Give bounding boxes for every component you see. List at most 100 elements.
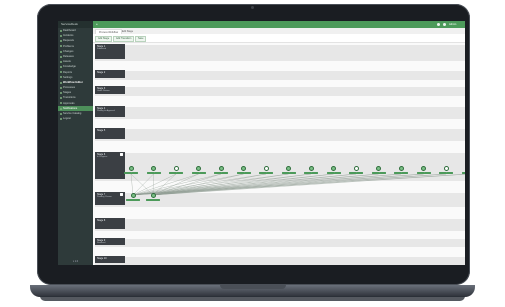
- workflow-step-node[interactable]: Step: [169, 166, 183, 176]
- brand-logo[interactable]: ServiceDesk: [58, 21, 93, 28]
- connector-line[interactable]: [132, 173, 357, 196]
- sidebar-item-label: Transitions: [63, 96, 76, 100]
- sidebar-item-label: Changes: [63, 49, 74, 53]
- step-label: Step: [191, 171, 206, 174]
- sidebar-item-label: Assets: [63, 60, 71, 64]
- sidebar-item-label: Knowledge: [63, 65, 76, 69]
- settings-icon[interactable]: [443, 23, 446, 26]
- step-icon: [398, 166, 404, 171]
- workflow-step-node[interactable]: Start: [126, 193, 140, 203]
- connector-line[interactable]: [132, 173, 334, 196]
- sidebar-item[interactable]: Logout: [58, 116, 93, 121]
- menu-item-icon: [59, 29, 62, 32]
- sidebar-item-label: Approvals: [63, 101, 75, 105]
- step-icon: [241, 166, 246, 171]
- step-label: Start: [126, 198, 140, 201]
- step-icon: [218, 166, 224, 171]
- step-icon: [443, 166, 449, 171]
- save-button[interactable]: Save: [135, 36, 147, 42]
- menu-item-icon: [59, 112, 62, 115]
- connector-line[interactable]: [132, 173, 312, 196]
- step-icon: [331, 166, 336, 171]
- workflow-step-node[interactable]: Step: [236, 166, 251, 176]
- sidebar-item-label: Incidents: [63, 34, 74, 38]
- user-menu[interactable]: Admin: [449, 21, 456, 28]
- sidebar-item-label: Releases: [63, 54, 74, 58]
- menu-toggle-icon[interactable]: ≡: [96, 21, 98, 28]
- step-label: Step: [281, 171, 296, 174]
- sidebar-item-label: Settings: [63, 75, 73, 79]
- menu-item-icon: [59, 50, 62, 53]
- step-icon: [173, 166, 179, 171]
- step-icon: [421, 166, 426, 171]
- workflow-step-node[interactable]: Step: [191, 166, 206, 176]
- connector-lines: [130, 173, 465, 196]
- connector-line[interactable]: [132, 173, 447, 196]
- top-bar: ≡ Admin: [93, 21, 465, 28]
- sidebar-item-label: Workflow Editor: [63, 80, 83, 84]
- menu-item-icon: [59, 117, 62, 120]
- menu-item-icon: [59, 86, 62, 89]
- bell-icon[interactable]: [437, 23, 440, 26]
- step-label: Step: [124, 171, 138, 174]
- workflow-step-node[interactable]: Step: [371, 166, 386, 176]
- connector-line[interactable]: [132, 173, 402, 196]
- menu-item-icon: [59, 60, 62, 63]
- menu-item-icon: [59, 102, 62, 105]
- step-icon: [130, 193, 136, 198]
- menu-item-icon: [59, 34, 62, 37]
- connector-line[interactable]: [132, 174, 465, 196]
- menu-item-icon: [59, 97, 62, 100]
- step-label: Step: [371, 171, 386, 174]
- workflow-step-node[interactable]: Step: [146, 166, 161, 176]
- menu-item-icon: [59, 76, 62, 79]
- step-label: Step: [349, 171, 363, 174]
- menu-item-icon: [59, 40, 62, 43]
- menu-item-icon: [59, 81, 62, 84]
- step-label: Step: [326, 171, 341, 174]
- step-icon: [150, 193, 156, 198]
- sidebar-item-label: Reports: [63, 70, 73, 74]
- sidebar-footer: v 1.0: [72, 260, 79, 263]
- add-stage-button[interactable]: Add Stage: [95, 36, 113, 42]
- step-label: Step: [259, 171, 273, 174]
- connector-line[interactable]: [130, 173, 134, 196]
- add-transition-button[interactable]: Add Transition: [113, 36, 135, 42]
- step-icon: [286, 166, 291, 171]
- workflow-step-node[interactable]: Step: [214, 166, 228, 176]
- workflow-step-node[interactable]: Review: [146, 193, 160, 203]
- camera-icon: [251, 6, 254, 9]
- workflow-step-node[interactable]: Step: [439, 166, 453, 176]
- step-label: Step: [146, 171, 161, 174]
- step-icon: [376, 166, 381, 171]
- menu-item-icon: [59, 107, 62, 110]
- sidebar: ServiceDesk Dashboard Incidents Requests Pr…: [58, 21, 93, 265]
- toolbar: Add Stage Add Transition Save: [93, 34, 465, 43]
- step-icon: [151, 166, 156, 171]
- step-label: Step: [461, 171, 465, 174]
- menu-item-icon: [59, 45, 62, 48]
- workflow-step-node[interactable]: Step: [281, 166, 296, 176]
- workflow-step-node[interactable]: Step: [461, 166, 465, 176]
- workflow-step-node[interactable]: Step: [416, 166, 431, 176]
- sidebar-item-label: Logout: [63, 117, 71, 121]
- sidebar-item-label: Notifications: [63, 106, 78, 110]
- laptop-notch: [220, 285, 286, 289]
- workflow-step-node[interactable]: Step: [124, 166, 138, 176]
- sidebar-item-label: Stages: [63, 91, 72, 95]
- sidebar-item-label: Requests: [63, 39, 74, 43]
- sidebar-item-label: Processes: [63, 86, 76, 90]
- step-icon: [128, 166, 134, 171]
- workflow-step-node[interactable]: Step: [349, 166, 363, 176]
- workflow-step-node[interactable]: Step: [259, 166, 273, 176]
- workflow-step-node[interactable]: Step: [394, 166, 408, 176]
- menu-item-icon: [59, 92, 62, 95]
- workflow-step-node[interactable]: Step: [304, 166, 318, 176]
- step-label: Step: [214, 171, 228, 174]
- step-label: Review: [146, 198, 160, 201]
- step-label: Step: [416, 171, 431, 174]
- step-icon: [308, 166, 314, 171]
- step-icon: [196, 166, 201, 171]
- workflow-step-node[interactable]: Step: [326, 166, 341, 176]
- step-label: Step: [304, 171, 318, 174]
